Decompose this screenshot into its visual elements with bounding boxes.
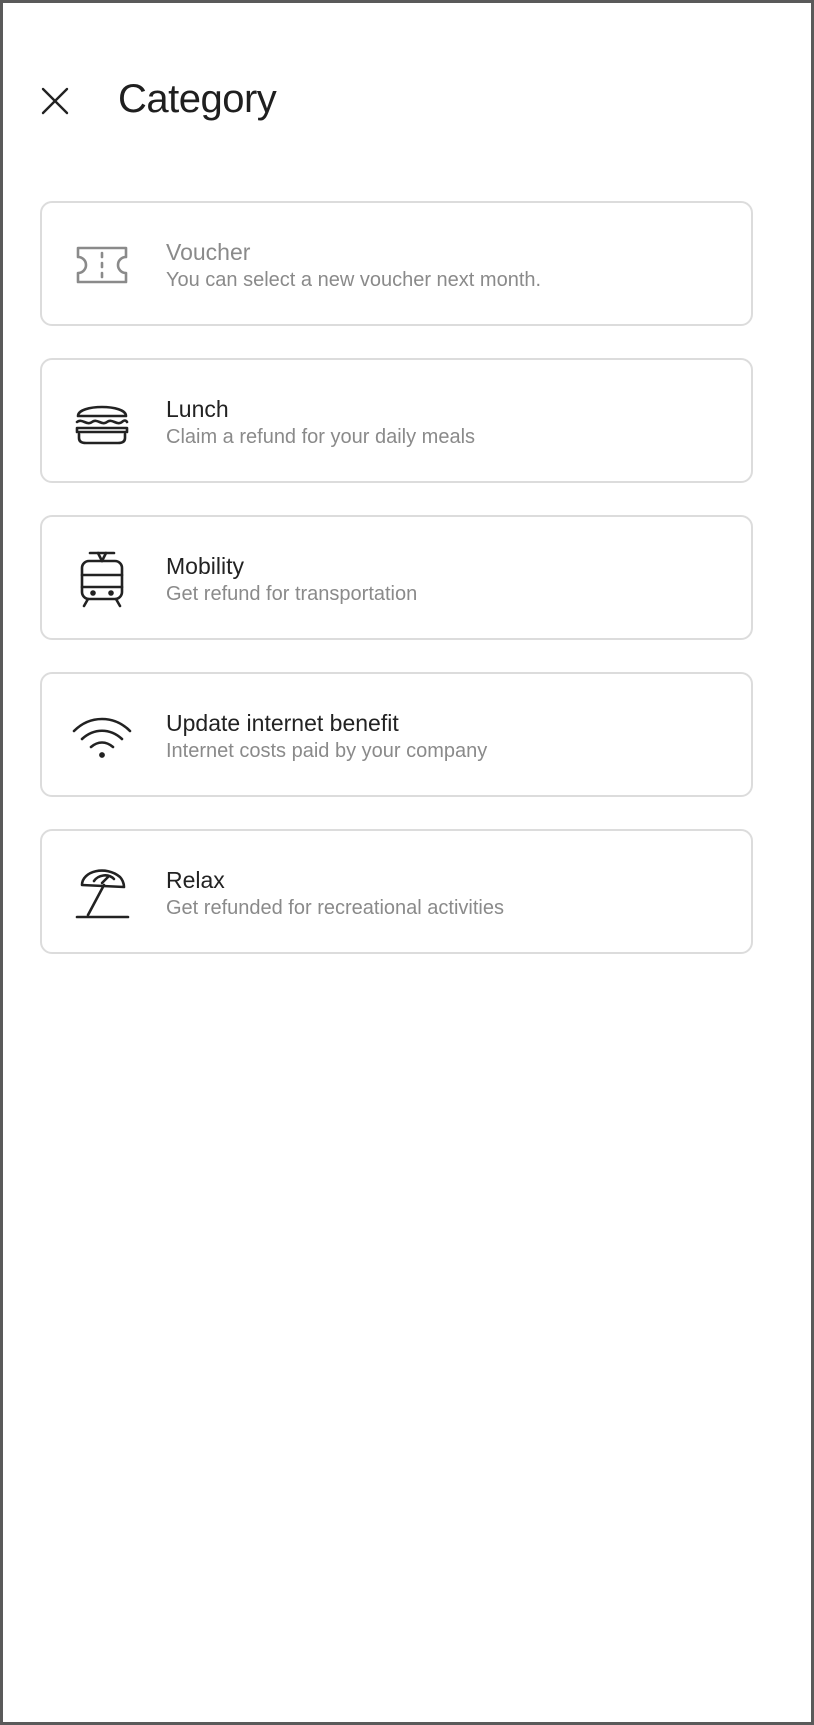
category-card-relax[interactable]: Relax Get refunded for recreational acti…: [40, 829, 753, 954]
category-card-mobility[interactable]: Mobility Get refund for transportation: [40, 515, 753, 640]
category-subtitle: Internet costs paid by your company: [166, 740, 488, 762]
category-card-voucher[interactable]: Voucher You can select a new voucher nex…: [40, 201, 753, 326]
close-button[interactable]: [31, 77, 79, 125]
category-text: Update internet benefit Internet costs p…: [166, 709, 731, 765]
ticket-icon: [70, 233, 134, 297]
category-subtitle: Get refund for transportation: [166, 583, 418, 605]
category-subtitle: You can select a new voucher next month.: [166, 269, 542, 291]
beach-umbrella-icon: [70, 861, 134, 925]
header: Category: [3, 63, 811, 133]
category-title: Voucher: [166, 239, 251, 265]
category-text: Mobility Get refund for transportation: [166, 552, 731, 608]
category-text: Relax Get refunded for recreational acti…: [166, 866, 731, 922]
category-subtitle: Get refunded for recreational activities: [166, 897, 504, 919]
category-card-lunch[interactable]: Lunch Claim a refund for your daily meal…: [40, 358, 753, 483]
category-list: Voucher You can select a new voucher nex…: [40, 201, 753, 986]
category-text: Voucher You can select a new voucher nex…: [166, 238, 731, 294]
app-screen: Category Voucher You can select a new vo…: [0, 0, 814, 1725]
burger-icon: [70, 390, 134, 454]
page-title: Category: [118, 77, 277, 121]
category-subtitle: Claim a refund for your daily meals: [166, 426, 476, 448]
category-title: Relax: [166, 867, 225, 893]
category-title: Update internet benefit: [166, 710, 399, 736]
close-icon: [41, 87, 69, 115]
category-title: Lunch: [166, 396, 229, 422]
category-text: Lunch Claim a refund for your daily meal…: [166, 395, 731, 451]
category-card-internet[interactable]: Update internet benefit Internet costs p…: [40, 672, 753, 797]
category-title: Mobility: [166, 553, 244, 579]
wifi-icon: [70, 704, 134, 768]
tram-icon: [70, 547, 134, 611]
